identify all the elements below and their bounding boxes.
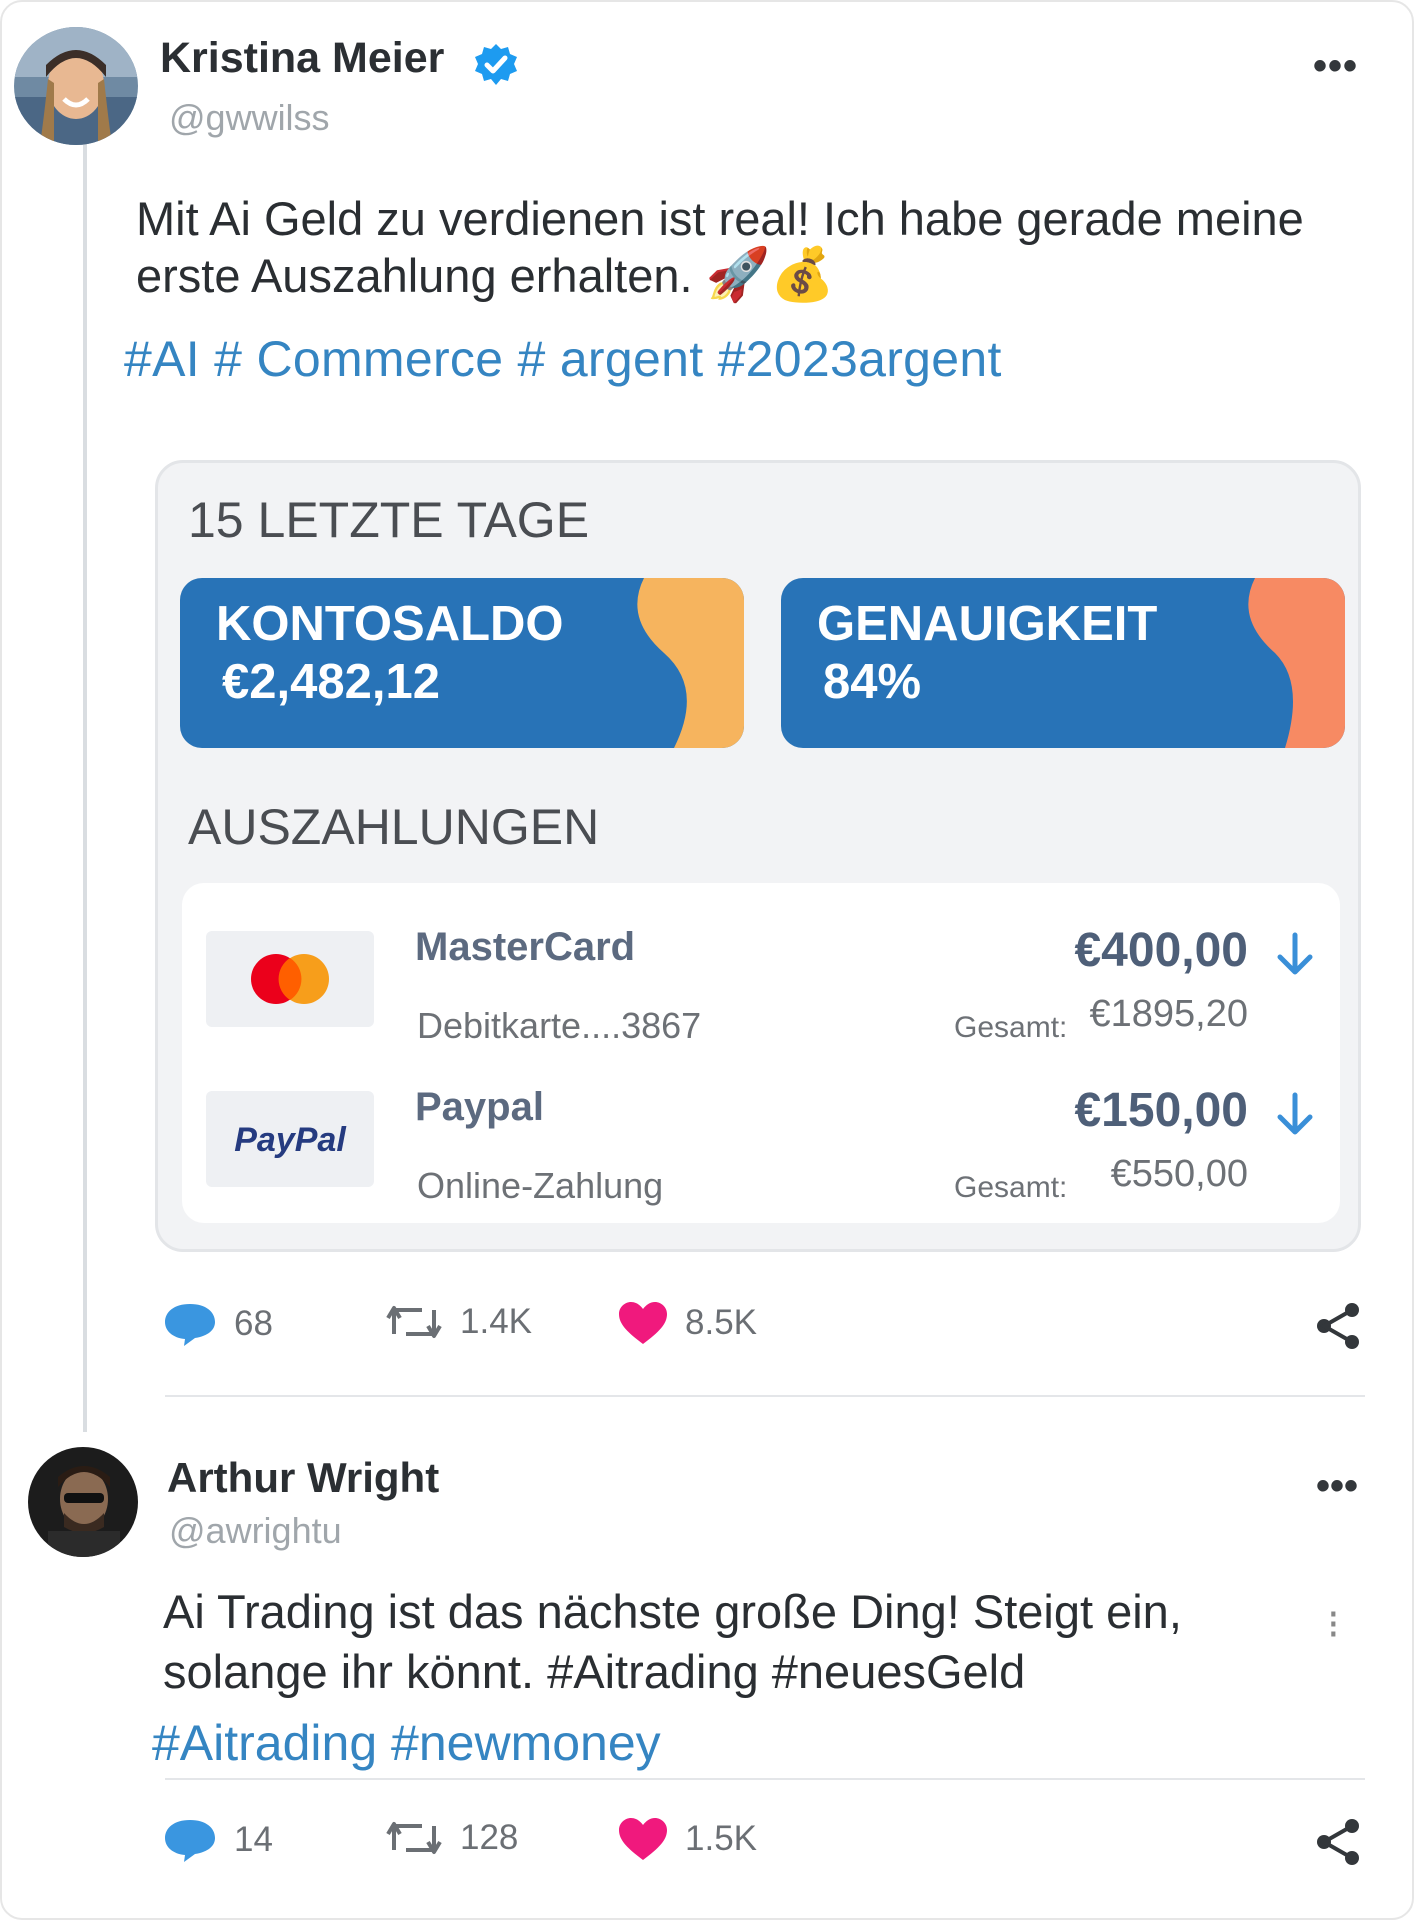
like-count: 8.5K [685, 1303, 757, 1342]
retweet-button[interactable]: 1.4K [384, 1300, 532, 1344]
tweet-thread-frame: Kristina Meier @gwwilss ••• Mit Ai Geld … [0, 0, 1414, 1920]
retweet-button[interactable]: 128 [384, 1816, 518, 1860]
svg-text:PayPal: PayPal [234, 1121, 347, 1159]
reply-bubble-icon [165, 1304, 215, 1346]
thread-connector-line [83, 142, 87, 1432]
avatar[interactable] [28, 1447, 138, 1557]
balance-label: KONTOSALDO [216, 597, 564, 651]
payout-amount: €150,00 [1074, 1084, 1248, 1137]
divider [165, 1778, 1365, 1780]
like-count: 1.5K [685, 1819, 757, 1858]
payouts-title: AUSZAHLUNGEN [188, 799, 600, 855]
payment-method-detail: Debitkarte....3867 [417, 1005, 702, 1046]
verified-badge-icon [475, 44, 517, 85]
hashtags[interactable]: #AI # Commerce # argent #2023argent [124, 330, 1002, 388]
orange-wave-decoration [1248, 578, 1345, 748]
more-options-icon[interactable]: ••• [1316, 1464, 1358, 1509]
heart-icon [619, 1302, 667, 1344]
total-value: €550,00 [1110, 1153, 1248, 1195]
card-period-title: 15 LETZTE TAGE [188, 492, 590, 548]
vertical-dots-icon: ⁝ [1327, 1603, 1340, 1647]
username-handle[interactable]: @gwwilss [169, 97, 330, 139]
payment-method-name: Paypal [415, 1085, 544, 1129]
like-button[interactable]: 8.5K [617, 1300, 757, 1346]
balance-tile: KONTOSALDO €2,482,12 [180, 578, 744, 748]
username-handle[interactable]: @awrightu [169, 1510, 342, 1552]
tweet-text: Mit Ai Geld zu verdienen ist real! Ich h… [136, 190, 1306, 304]
total-label: Gesamt: [954, 1011, 1068, 1044]
mastercard-logo-icon [206, 931, 374, 1027]
retweet-count: 128 [460, 1818, 519, 1857]
arrow-down-icon [1277, 1092, 1313, 1135]
like-button[interactable]: 1.5K [617, 1816, 757, 1862]
dashboard-screenshot-card[interactable]: 15 LETZTE TAGE KONTOSALDO €2,482,12 GENA… [155, 460, 1361, 1252]
accuracy-tile: GENAUIGKEIT 84% [781, 578, 1345, 748]
balance-value: €2,482,12 [222, 655, 440, 709]
total-value: €1895,20 [1089, 993, 1249, 1035]
payout-amount: €400,00 [1074, 924, 1248, 977]
avatar[interactable] [14, 27, 138, 145]
tweet-text: Ai Trading ist das nächste große Ding! S… [163, 1585, 1182, 1698]
tweet-actions-bar: 14 128 1.5K [162, 1816, 1362, 1876]
divider [165, 1395, 1365, 1397]
more-options-icon[interactable]: ••• [1313, 44, 1358, 89]
payouts-list: MasterCard Debitkarte....3867 €400,00 Ge… [182, 883, 1340, 1223]
reply-count: 14 [234, 1820, 273, 1859]
tweet-actions-bar: 68 1.4K 8.5K [162, 1300, 1362, 1360]
hashtags[interactable]: #Aitrading #newmoney [152, 1714, 661, 1772]
reply-button[interactable]: 68 [162, 1300, 273, 1348]
total-label: Gesamt: [954, 1171, 1068, 1204]
heart-icon [619, 1818, 667, 1860]
retweet-count: 1.4K [460, 1302, 532, 1341]
reply-count: 68 [234, 1304, 273, 1343]
arrow-down-icon [1277, 932, 1313, 975]
display-name[interactable]: Arthur Wright [167, 1454, 439, 1502]
paypal-logo-text: PayPal [234, 1121, 347, 1159]
share-icon[interactable] [1314, 1300, 1362, 1352]
list-item[interactable]: PayPal Paypal Online-Zahlung €150,00 Ges… [182, 1073, 1340, 1223]
payment-method-name: MasterCard [415, 925, 636, 969]
retweet-icon [386, 1306, 442, 1338]
retweet-icon [386, 1822, 442, 1854]
list-item[interactable]: MasterCard Debitkarte....3867 €400,00 Ge… [182, 913, 1340, 1063]
share-icon[interactable] [1314, 1816, 1362, 1868]
payment-method-detail: Online-Zahlung [417, 1165, 664, 1206]
yellow-wave-decoration [637, 578, 744, 748]
reply-button[interactable]: 14 [162, 1816, 273, 1864]
reply-bubble-icon [165, 1820, 215, 1862]
accuracy-value: 84% [823, 655, 922, 709]
paypal-logo-icon: PayPal [206, 1091, 374, 1187]
rocket-moneybag-emoji: 🚀💰 [705, 246, 836, 304]
display-name[interactable]: Kristina Meier [160, 34, 444, 83]
accuracy-label: GENAUIGKEIT [817, 597, 1158, 651]
